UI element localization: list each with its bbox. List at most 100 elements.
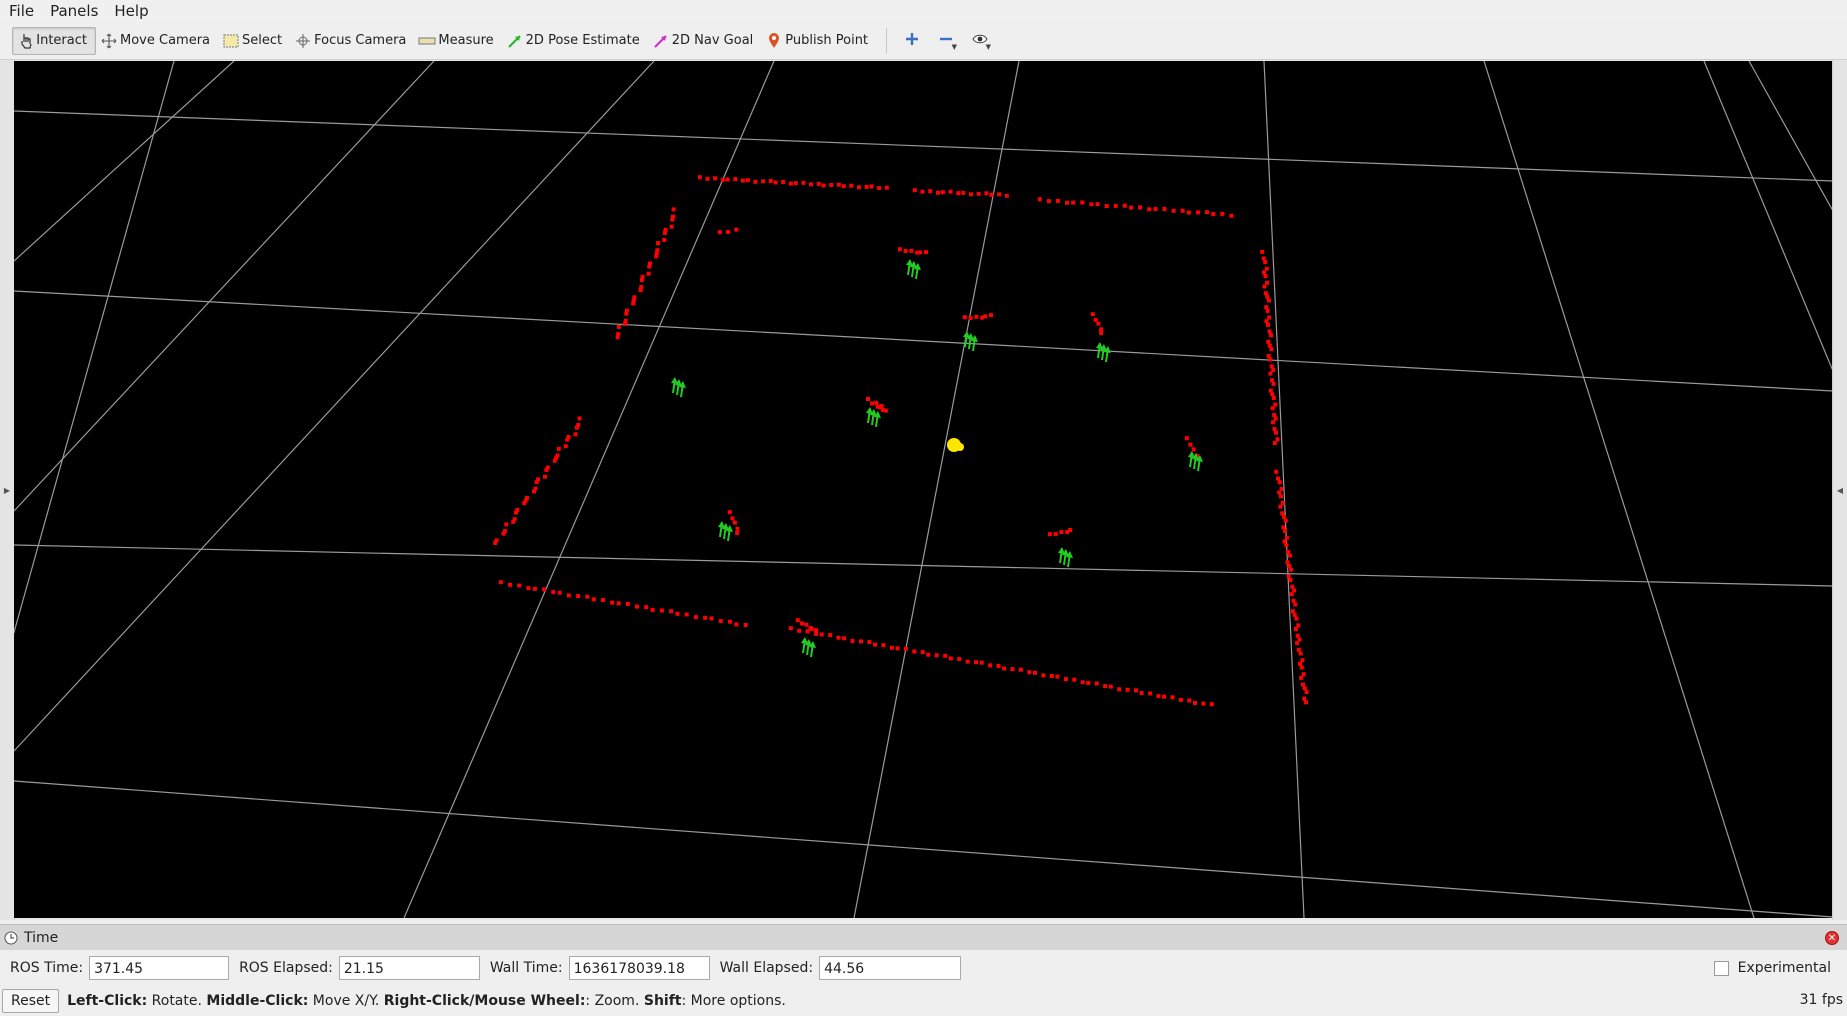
- menu-panels[interactable]: Panels: [41, 0, 105, 22]
- move-arrows-icon: [100, 32, 118, 50]
- scan-point: [1033, 670, 1037, 675]
- scan-point: [881, 643, 886, 648]
- grid-line: [14, 290, 1833, 392]
- scan-point: [728, 619, 732, 624]
- scan-point: [514, 510, 518, 515]
- scan-point: [1272, 427, 1277, 431]
- scan-point: [1276, 476, 1280, 481]
- scan-point: [1080, 200, 1085, 205]
- left-dock-handle[interactable]: ▶: [0, 60, 15, 920]
- wall-time-label: Wall Time:: [489, 960, 563, 976]
- scan-point: [1205, 210, 1209, 215]
- scan-point: [709, 616, 714, 621]
- scan-point: [989, 313, 993, 318]
- scan-point: [735, 526, 740, 531]
- hint-left-key: Left-Click:: [67, 993, 148, 1009]
- scan-point: [1262, 270, 1266, 275]
- measure-tool-button[interactable]: Measure: [414, 27, 501, 55]
- expand-left-icon: ▶: [3, 485, 11, 495]
- scan-point: [1299, 675, 1304, 680]
- scan-point: [1196, 210, 1200, 215]
- scan-point: [976, 191, 981, 196]
- toolbar-separator: [886, 27, 888, 54]
- scan-point: [1267, 315, 1272, 320]
- menu-help[interactable]: Help: [105, 0, 155, 22]
- scan-point: [1299, 665, 1304, 670]
- plus-icon: [905, 32, 919, 50]
- checkbox-box[interactable]: [1713, 960, 1729, 976]
- scan-point: [631, 301, 636, 306]
- move-camera-label: Move Camera: [120, 33, 211, 48]
- menu-file[interactable]: File: [0, 0, 41, 22]
- scan-point: [717, 230, 722, 235]
- scan-point: [669, 224, 674, 229]
- scan-point: [511, 519, 516, 524]
- scan-point: [1292, 612, 1297, 617]
- 3d-viewport[interactable]: [14, 61, 1833, 918]
- scan-point: [867, 640, 872, 644]
- interact-tool-button[interactable]: Interact: [12, 26, 96, 55]
- scan-point: [1178, 697, 1183, 702]
- scan-point: [968, 316, 973, 320]
- scan-point: [1201, 701, 1206, 706]
- scan-point: [662, 230, 667, 235]
- scan-point: [1270, 406, 1275, 411]
- wall-elapsed-label: Wall Elapsed:: [719, 960, 814, 976]
- scan-point: [1090, 312, 1095, 317]
- scan-point: [873, 642, 877, 647]
- reset-button[interactable]: Reset: [2, 989, 60, 1013]
- scan-point: [551, 590, 556, 595]
- time-panel-body: ROS Time: 371.45 ROS Elapsed: 21.15 Wall…: [0, 950, 1847, 986]
- hint-shift-action: : More options.: [681, 993, 786, 1009]
- focus-camera-tool-button[interactable]: Focus Camera: [290, 27, 414, 55]
- move-camera-tool-button[interactable]: Move Camera: [96, 27, 218, 55]
- scan-point: [703, 615, 708, 620]
- scan-point: [1302, 686, 1307, 691]
- scan-point: [1071, 200, 1076, 205]
- experimental-checkbox[interactable]: Experimental: [1713, 960, 1831, 976]
- scan-point: [1290, 584, 1295, 589]
- tool-visibility-button[interactable]: ▼: [963, 27, 997, 55]
- experimental-label: Experimental: [1737, 960, 1831, 976]
- wall-elapsed-field[interactable]: 44.56: [819, 956, 962, 980]
- scan-point: [948, 189, 953, 194]
- ros-elapsed-field[interactable]: 21.15: [338, 956, 480, 980]
- scan-point: [1134, 688, 1138, 693]
- scan-point: [743, 623, 748, 627]
- close-panel-button[interactable]: ✕: [1825, 931, 1839, 945]
- scan-point: [1089, 202, 1094, 207]
- scan-point: [1286, 574, 1291, 579]
- hand-pointer-icon: [17, 32, 34, 50]
- laser-scan-points: [493, 175, 1309, 707]
- scan-point: [1093, 317, 1098, 322]
- nav-goal-tool-button[interactable]: 2D Nav Goal: [648, 27, 762, 55]
- scene-canvas[interactable]: [14, 61, 1833, 918]
- scan-point: [801, 180, 806, 185]
- scan-point: [1068, 528, 1073, 532]
- publish-point-tool-button[interactable]: Publish Point: [761, 27, 876, 55]
- scan-point: [773, 180, 778, 185]
- scan-point: [1080, 680, 1085, 685]
- scan-point: [1266, 298, 1271, 303]
- scan-point: [544, 468, 549, 473]
- scan-point: [869, 184, 874, 189]
- scan-point: [828, 633, 833, 638]
- scan-point: [918, 250, 923, 255]
- scan-point: [1171, 208, 1176, 213]
- scan-point: [1300, 658, 1305, 663]
- remove-tool-button[interactable]: ▼: [929, 27, 963, 55]
- scan-point: [1148, 691, 1153, 696]
- scan-point: [610, 600, 615, 605]
- grid-line: [14, 544, 1833, 587]
- scan-point: [1184, 436, 1189, 441]
- scan-point: [1162, 694, 1167, 699]
- pose-estimate-tool-button[interactable]: 2D Pose Estimate: [502, 27, 648, 55]
- magenta-arrow-icon: [652, 32, 670, 50]
- add-tool-button[interactable]: [895, 27, 929, 55]
- right-dock-handle[interactable]: ◀: [1832, 60, 1847, 920]
- wall-time-field[interactable]: 1636178039.18: [568, 956, 710, 980]
- scan-point: [984, 191, 989, 196]
- ros-time-field[interactable]: 371.45: [89, 956, 230, 980]
- select-tool-button[interactable]: Select: [218, 27, 290, 55]
- scan-point: [1283, 518, 1288, 523]
